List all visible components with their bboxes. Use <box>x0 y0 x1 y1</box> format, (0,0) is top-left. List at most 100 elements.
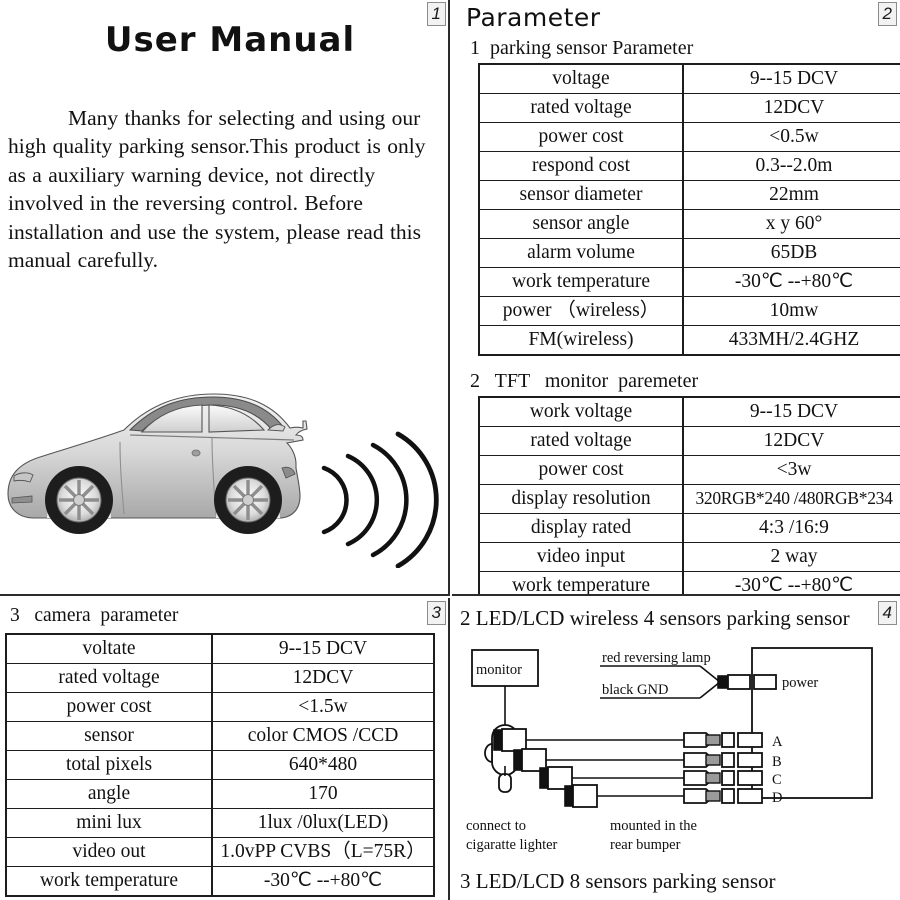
mounted-caption-line1: mounted in the <box>610 818 697 834</box>
page-number-3: 3 <box>426 601 446 625</box>
parking-sensor-parameter-table: voltage 9--15 DCV rated voltage 12DCV powe… <box>478 63 900 356</box>
param-key: power cost <box>478 122 684 152</box>
diagram-heading-8-sensors: 3 LED/LCD 8 sensors parking sensor <box>460 869 776 893</box>
black-gnd-label: black GND <box>602 682 668 698</box>
table-row: work voltage 9--15 DCV <box>478 396 900 427</box>
page-2: 2 Parameter 1 parking sensor Parameter v… <box>452 0 900 596</box>
table-row: sensor diameter 22mm <box>478 180 900 210</box>
page-number-1: 1 <box>426 2 446 26</box>
page-3: 3 3 camera parameter voltate 9--15 DCV ra… <box>0 598 450 900</box>
param-value: 433MH/2.4GHZ <box>682 325 900 356</box>
param-key: rated voltage <box>478 93 684 123</box>
power-label: power <box>782 675 818 691</box>
camera-parameter-table: voltate 9--15 DCV rated voltage 12DCV powe… <box>5 633 435 897</box>
section-heading-parking-sensor: 1 parking sensor Parameter <box>470 37 694 59</box>
wiring-diagram: monitor red reversing lamp black GND pow… <box>452 638 900 868</box>
param-key: voltate <box>5 633 213 664</box>
section-heading-camera: 3 camera parameter <box>10 605 179 626</box>
table-row: sensor angle x y 60° <box>478 209 900 239</box>
param-value: <0.5w <box>682 122 900 152</box>
table-row: power cost <1.5w <box>5 692 435 722</box>
intro-paragraph: Many thanks for selecting and using our … <box>8 105 426 273</box>
param-key: video input <box>478 542 684 572</box>
param-value: 1lux /0lux(LED) <box>211 808 435 838</box>
param-key: alarm volume <box>478 238 684 268</box>
table-row: display rated 4:3 /16:9 <box>478 513 900 543</box>
param-key: total pixels <box>5 750 213 780</box>
param-key: display resolution <box>478 484 684 514</box>
param-value: 12DCV <box>682 93 900 123</box>
power-port <box>753 674 777 690</box>
table-row: voltate 9--15 DCV <box>5 633 435 664</box>
param-key: work voltage <box>478 396 684 427</box>
param-key: sensor angle <box>478 209 684 239</box>
table-row: video input 2 way <box>478 542 900 572</box>
table-row: video out 1.0vPP CVBS（L=75R） <box>5 837 435 867</box>
car-illustration <box>0 368 448 568</box>
param-key: angle <box>5 779 213 809</box>
param-value: 640*480 <box>211 750 435 780</box>
table-row: rated voltage 12DCV <box>478 93 900 123</box>
connect-to-caption-line1: connect to <box>466 818 526 834</box>
sensor-head-c <box>539 767 549 789</box>
param-value: 12DCV <box>211 663 435 693</box>
param-value: -30℃ --+80℃ <box>682 267 900 297</box>
param-value: -30℃ --+80℃ <box>682 571 900 594</box>
tft-monitor-parameter-table: work voltage 9--15 DCV rated voltage 12DCV… <box>478 396 900 594</box>
param-key: work temperature <box>478 267 684 297</box>
param-key: video out <box>5 837 213 867</box>
param-key: power （wireless） <box>478 296 684 326</box>
param-value: -30℃ --+80℃ <box>211 866 435 897</box>
param-key: work temperature <box>5 866 213 897</box>
param-value: 170 <box>211 779 435 809</box>
param-key: rated voltage <box>478 426 684 456</box>
manual-sheet: 1 User Manual Many thanks for selecting … <box>0 0 900 900</box>
table-row: mini lux 1lux /0lux(LED) <box>5 808 435 838</box>
page-title: User Manual <box>104 20 356 60</box>
param-value: 9--15 DCV <box>682 396 900 427</box>
table-row: power cost <0.5w <box>478 122 900 152</box>
table-row: work temperature -30℃ --+80℃ <box>5 866 435 897</box>
table-row: sensor color CMOS /CCD <box>5 721 435 751</box>
sensor-label-c: C <box>772 772 782 788</box>
monitor-label: monitor <box>476 662 522 678</box>
mounted-caption-line2: rear bumper <box>610 837 681 853</box>
param-value: 12DCV <box>682 426 900 456</box>
table-row: work temperature -30℃ --+80℃ <box>478 571 900 594</box>
table-row: work temperature -30℃ --+80℃ <box>478 267 900 297</box>
param-value: 320RGB*240 /480RGB*234 <box>682 484 900 514</box>
diagram-heading-4-sensors: 2 LED/LCD wireless 4 sensors parking sen… <box>460 606 850 630</box>
red-reversing-lamp-label: red reversing lamp <box>602 650 711 666</box>
table-row: angle 170 <box>5 779 435 809</box>
section-heading-tft-monitor: 2 TFT monitor paremeter <box>470 370 699 392</box>
param-value: 9--15 DCV <box>211 633 435 664</box>
param-key: voltage <box>478 63 684 94</box>
sensor-label-d: D <box>772 790 782 806</box>
table-row: rated voltage 12DCV <box>5 663 435 693</box>
table-row: display resolution 320RGB*240 /480RGB*234 <box>478 484 900 514</box>
param-key: work temperature <box>478 571 684 594</box>
param-value: <3w <box>682 455 900 485</box>
table-row: FM(wireless) 433MH/2.4GHZ <box>478 325 900 356</box>
page-number-4: 4 <box>877 601 897 625</box>
table-row: voltage 9--15 DCV <box>478 63 900 94</box>
param-key: display rated <box>478 513 684 543</box>
param-value: 4:3 /16:9 <box>682 513 900 543</box>
param-value: color CMOS /CCD <box>211 721 435 751</box>
param-value: x y 60° <box>682 209 900 239</box>
sensor-label-b: B <box>772 754 782 770</box>
page-4: 4 2 LED/LCD wireless 4 sensors parking s… <box>452 598 900 900</box>
sensor-label-a: A <box>772 734 783 750</box>
param-value: 2 way <box>682 542 900 572</box>
sensor-head-d <box>564 785 574 807</box>
param-key: FM(wireless) <box>478 325 684 356</box>
param-value: 65DB <box>682 238 900 268</box>
table-row: alarm volume 65DB <box>478 238 900 268</box>
table-row: respond cost 0.3--2.0m <box>478 151 900 181</box>
param-key: sensor diameter <box>478 180 684 210</box>
connect-to-caption-line2: cigaratte lighter <box>466 837 558 853</box>
param-value: 22mm <box>682 180 900 210</box>
table-row: rated voltage 12DCV <box>478 426 900 456</box>
table-row: total pixels 640*480 <box>5 750 435 780</box>
parameter-sheet-title: Parameter <box>466 3 601 32</box>
